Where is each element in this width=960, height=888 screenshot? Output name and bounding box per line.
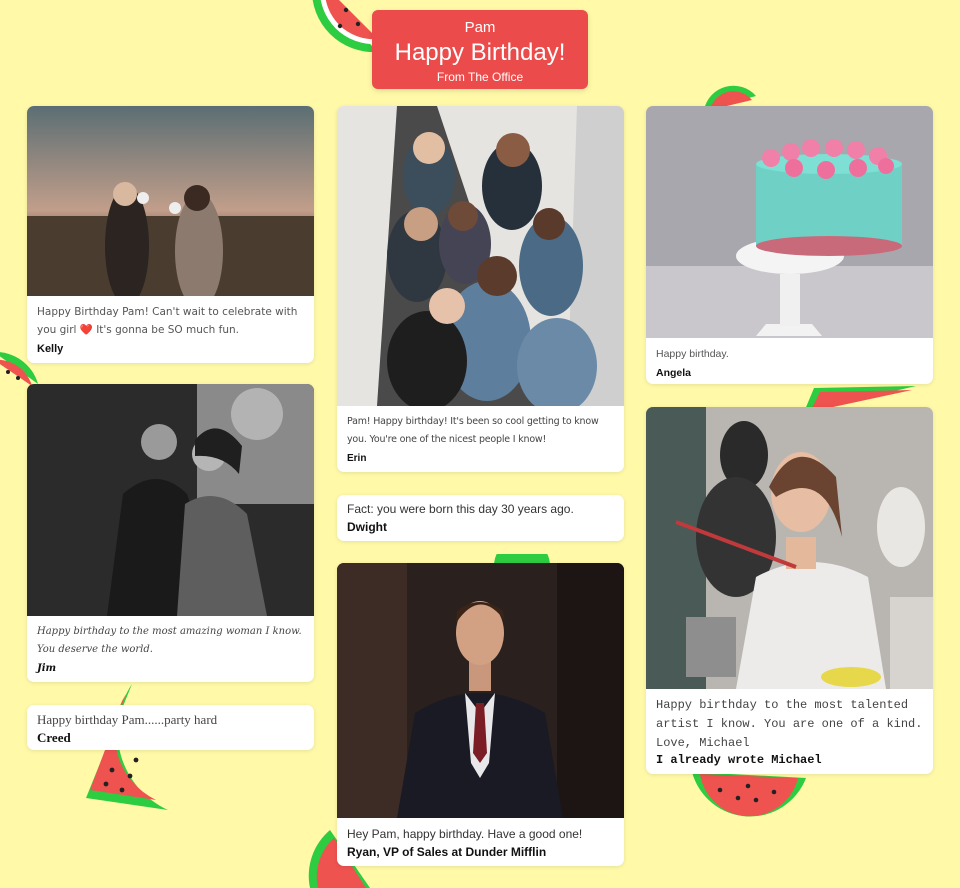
card-kelly[interactable]: Happy Birthday Pam! Can't wait to celebr… — [27, 106, 314, 363]
card-signature: Dwight — [347, 520, 387, 534]
card-creed[interactable]: Happy birthday Pam......party hard Creed — [27, 705, 314, 750]
card-signature: Jim — [37, 663, 57, 674]
watermelon-icon — [704, 85, 756, 110]
card-dwight[interactable]: Fact: you were born this day 30 years ag… — [337, 495, 624, 541]
card-photo — [27, 384, 314, 616]
card-signature: Creed — [37, 730, 71, 745]
card-message: Happy birthday to the most talented arti… — [656, 698, 923, 750]
card-message: Happy birthday. — [656, 348, 729, 360]
watermelon-icon — [86, 684, 168, 810]
card-erin[interactable]: Pam! Happy birthday! It's been so cool g… — [337, 106, 624, 472]
card-signature: Kelly — [37, 343, 64, 355]
card-signature: Ryan, VP of Sales at Dunder Mifflin — [347, 845, 547, 859]
card-photo — [27, 106, 314, 296]
card-ryan[interactable]: Hey Pam, happy birthday. Have a good one… — [337, 563, 624, 866]
card-signature: Erin — [347, 453, 367, 464]
birthday-header: Pam Happy Birthday! From The Office — [372, 10, 588, 89]
card-signature: Angela — [656, 367, 692, 379]
card-angela[interactable]: Happy birthday. Angela — [646, 106, 933, 384]
recipient-name: Pam — [464, 19, 496, 36]
card-message: Hey Pam, happy birthday. Have a good one… — [347, 827, 583, 841]
watermelon-icon — [692, 772, 806, 817]
card-jim[interactable]: Happy birthday to the most amazing woman… — [27, 384, 314, 682]
card-photo — [337, 563, 624, 818]
card-signature: I already wrote Michael — [656, 753, 822, 767]
card-message: Fact: you were born this day 30 years ag… — [347, 502, 574, 516]
card-photo — [646, 106, 933, 338]
page-subtitle: From The Office — [436, 70, 524, 84]
card-message: Pam! Happy birthday! It's been so cool g… — [347, 416, 599, 445]
card-photo — [337, 106, 624, 406]
card-message: Happy Birthday Pam! Can't wait to celebr… — [37, 306, 298, 336]
card-michael[interactable]: Happy birthday to the most talented arti… — [646, 407, 933, 774]
card-message: Happy birthday Pam......party hard — [37, 712, 218, 727]
page-title: Happy Birthday! — [394, 39, 566, 66]
card-message: Happy birthday to the most amazing woman… — [37, 626, 302, 655]
card-photo — [646, 407, 933, 689]
